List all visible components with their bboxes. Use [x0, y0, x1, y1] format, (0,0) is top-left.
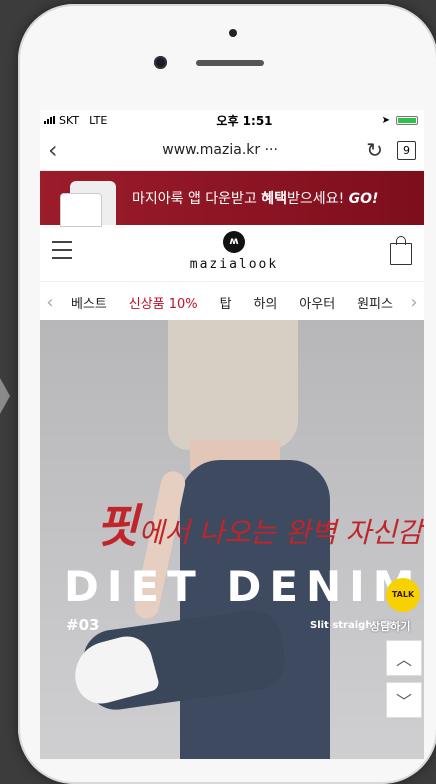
sensor-dot — [229, 29, 237, 37]
category-bottom[interactable]: 하의 — [253, 293, 277, 312]
chevron-up-icon[interactable]: ︿ — [386, 640, 422, 676]
status-bar: SKT LTE 오후 1:51 ➤ — [40, 110, 424, 130]
clock: 오후 1:51 — [216, 113, 273, 128]
banner-text: 마지아룩 앱 다운받고 혜택받으세요! GO! — [132, 191, 379, 207]
hamburger-icon[interactable] — [52, 241, 72, 265]
logo-wordmark: mazialook — [189, 257, 279, 272]
category-dress[interactable]: 원피스 — [357, 293, 393, 312]
hero-number: #03 — [66, 616, 100, 634]
kakao-talk-icon[interactable]: TALK — [386, 578, 420, 612]
earpiece-speaker — [196, 60, 264, 66]
battery-icon — [395, 115, 418, 125]
hero-script-text: 핏에서 나오는 완벽 자신감! — [96, 499, 424, 553]
category-nav: ‹ 베스트 신상품 10% 탑 하의 아우터 원피스 › — [40, 282, 424, 323]
location-arrow-icon: ➤ — [381, 114, 390, 126]
shopping-bag-icon[interactable] — [390, 236, 412, 265]
carrier-label: SKT — [59, 113, 80, 127]
reload-icon[interactable]: ↻ — [366, 138, 383, 162]
front-camera — [154, 56, 167, 69]
model-shirt — [168, 320, 298, 450]
browser-address-bar: ‹ www.mazia.kr ··· ↻ 9 — [40, 130, 424, 171]
site-header: ʍ mazialook — [40, 225, 424, 282]
app-download-banner[interactable]: 마지아룩 앱 다운받고 혜택받으세요! GO! — [40, 171, 424, 227]
category-best[interactable]: 베스트 — [71, 293, 107, 312]
side-arrow — [0, 378, 10, 414]
phones-illustration — [60, 177, 116, 227]
kakao-consult-label[interactable]: 상담하기 — [370, 618, 410, 634]
url-field[interactable]: www.mazia.kr ··· — [162, 142, 278, 158]
category-outer[interactable]: 아우터 — [299, 293, 335, 312]
banner-go-link[interactable]: GO! — [349, 191, 379, 207]
site-logo[interactable]: ʍ mazialook — [174, 231, 294, 272]
signal-icon — [44, 116, 55, 124]
logo-mark: ʍ — [223, 231, 245, 253]
hero-banner[interactable]: 핏에서 나오는 완벽 자신감! DIET DENIM #03 Slit stra… — [40, 320, 424, 759]
network-label: LTE — [89, 113, 108, 127]
tab-count-button[interactable]: 9 — [397, 140, 416, 160]
phone-screen: SKT LTE 오후 1:51 ➤ ‹ www.mazia.kr ··· ↻ 9… — [40, 110, 424, 759]
hero-headline: DIET DENIM — [64, 562, 423, 611]
chevron-left-icon[interactable]: ‹ — [40, 292, 60, 313]
chevron-right-icon[interactable]: › — [404, 292, 424, 313]
category-new[interactable]: 신상품 10% — [129, 293, 198, 312]
chevron-down-icon[interactable]: ﹀ — [386, 682, 422, 718]
category-top[interactable]: 탑 — [220, 293, 232, 312]
chevron-left-icon[interactable]: ‹ — [48, 136, 74, 164]
